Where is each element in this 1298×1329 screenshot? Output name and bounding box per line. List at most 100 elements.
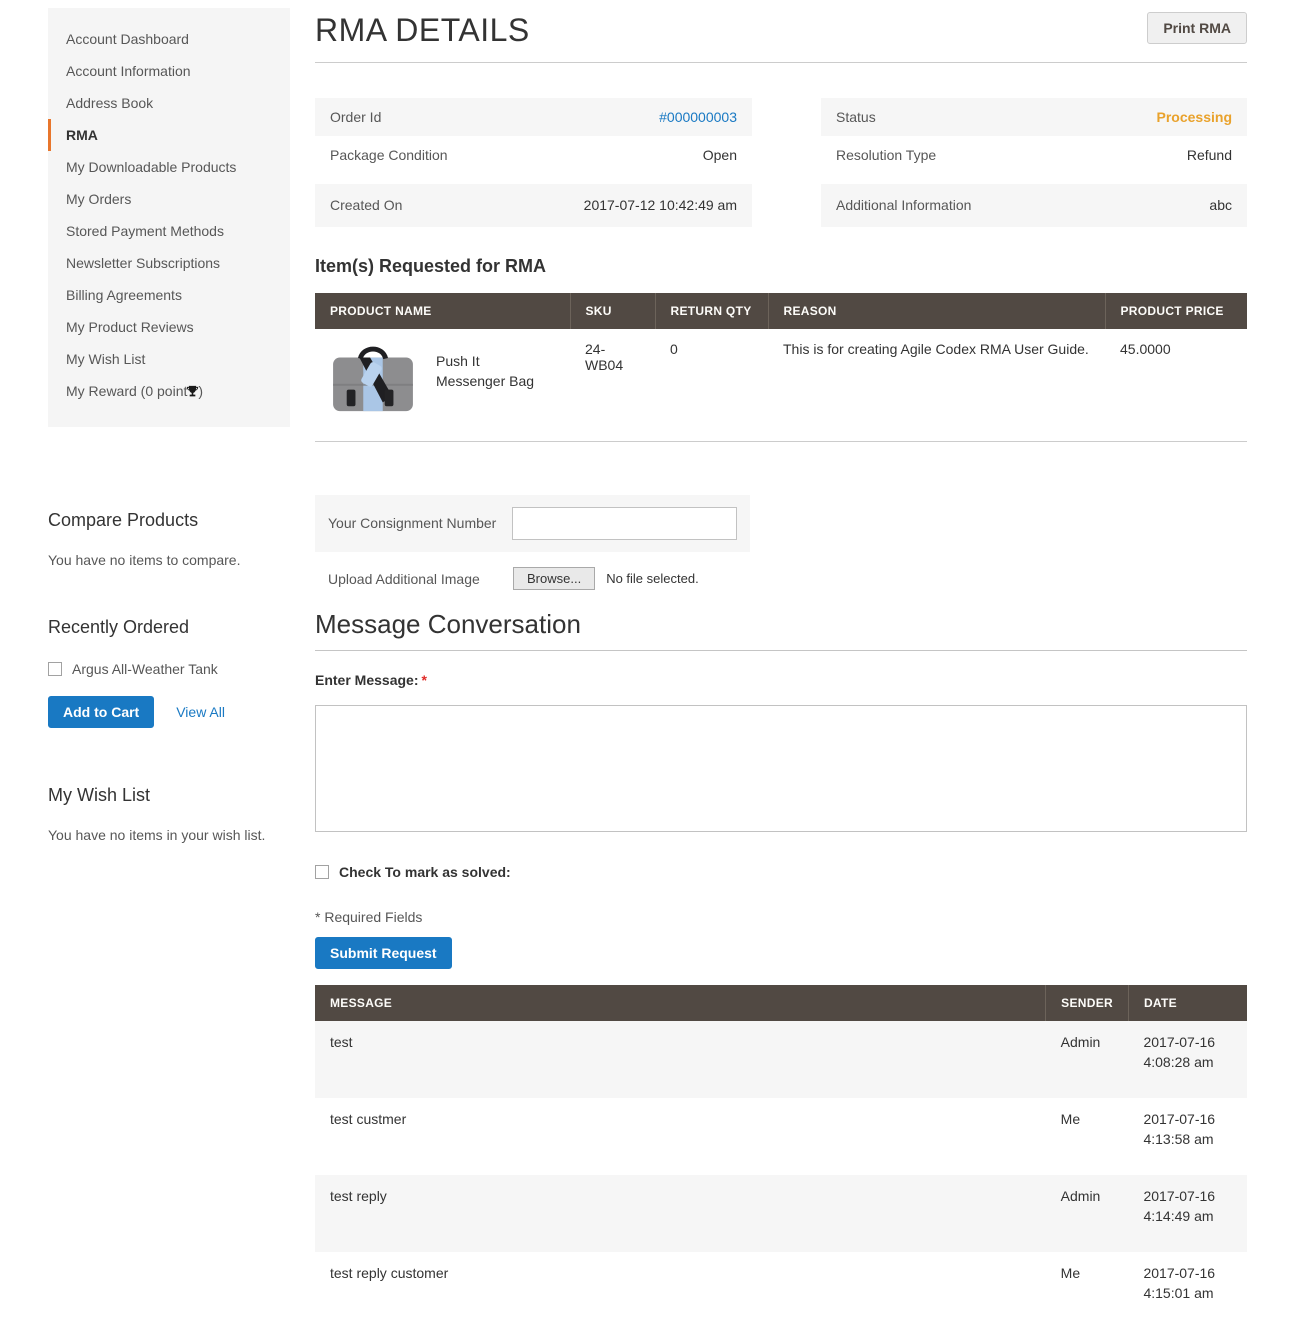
additional-info-label: Additional Information xyxy=(836,197,971,213)
additional-info-row: Additional Information abc xyxy=(821,184,1247,227)
sidebar-nav-label-suffix: ) xyxy=(198,383,203,399)
col-message: MESSAGE xyxy=(315,985,1046,1021)
sidebar-nav-label: RMA xyxy=(66,127,98,143)
sidebar-nav-item[interactable]: Address Book xyxy=(48,87,290,119)
sidebar-nav-label: My Downloadable Products xyxy=(66,159,236,175)
sidebar-nav-item[interactable]: My Reward (0 point) xyxy=(48,375,290,409)
upload-image-row: Upload Additional Image Browse... No fil… xyxy=(315,562,1247,596)
sidebar-nav-label: Stored Payment Methods xyxy=(66,223,224,239)
sidebar-nav-label: Account Dashboard xyxy=(66,31,189,47)
message-sender: Admin xyxy=(1046,1021,1129,1098)
message-row: test reply customer Me 2017-07-16 4:15:0… xyxy=(315,1252,1247,1329)
wishlist-title: My Wish List xyxy=(48,784,290,806)
account-page: Account Dashboard Account Information Ad… xyxy=(0,0,1298,1329)
enter-message-label: Enter Message:* xyxy=(315,672,1247,692)
view-all-link[interactable]: View All xyxy=(176,704,225,720)
messages-table-header-row: MESSAGE SENDER DATE xyxy=(315,985,1247,1021)
upload-image-label: Upload Additional Image xyxy=(328,571,513,587)
created-on-label: Created On xyxy=(330,197,402,213)
sidebar-nav-item[interactable]: My Wish List xyxy=(48,343,290,375)
item-reason: This is for creating Agile Codex RMA Use… xyxy=(768,329,1105,441)
additional-info-value: abc xyxy=(1209,197,1232,213)
mark-solved-checkbox[interactable] xyxy=(315,865,329,879)
recently-ordered-block: Recently Ordered Argus All-Weather Tank … xyxy=(48,616,290,728)
col-product-price: PRODUCT PRICE xyxy=(1105,293,1247,329)
message-text: test custmer xyxy=(315,1098,1046,1175)
print-rma-button[interactable]: Print RMA xyxy=(1147,12,1247,44)
sidebar-nav-item[interactable]: My Downloadable Products xyxy=(48,151,290,183)
page-title: RMA DETAILS xyxy=(315,12,530,49)
status-badge: Processing xyxy=(1157,109,1232,125)
sidebar-nav-label: My Wish List xyxy=(66,351,145,367)
sidebar: Account Dashboard Account Information Ad… xyxy=(48,8,290,843)
message-date: 2017-07-16 4:14:49 am xyxy=(1128,1175,1247,1252)
wishlist-block: My Wish List You have no items in your w… xyxy=(48,784,290,843)
sidebar-nav-item[interactable]: RMA xyxy=(48,119,290,151)
message-date: 2017-07-16 4:08:28 am xyxy=(1128,1021,1247,1098)
message-row: test custmer Me 2017-07-16 4:13:58 am xyxy=(315,1098,1247,1175)
message-row: test Admin 2017-07-16 4:08:28 am xyxy=(315,1021,1247,1098)
item-sku: 24-WB04 xyxy=(570,329,655,441)
col-sender: SENDER xyxy=(1046,985,1129,1021)
resolution-type-label: Resolution Type xyxy=(836,147,936,163)
rma-items-table: PRODUCT NAME SKU RETURN QTY REASON PRODU… xyxy=(315,293,1247,442)
sidebar-nav-item[interactable]: My Product Reviews xyxy=(48,311,290,343)
main-content: RMA DETAILS Print RMA Order Id #00000000… xyxy=(315,8,1247,1329)
message-sender: Me xyxy=(1046,1252,1129,1329)
consignment-number-input[interactable] xyxy=(512,507,737,540)
compare-products-block: Compare Products You have no items to co… xyxy=(48,509,290,568)
recently-ordered-item-label[interactable]: Argus All-Weather Tank xyxy=(72,661,218,677)
sidebar-nav-item[interactable]: Account Information xyxy=(48,55,290,87)
compare-products-title: Compare Products xyxy=(48,509,290,531)
product-image xyxy=(330,341,416,415)
message-row: test reply Admin 2017-07-16 4:14:49 am xyxy=(315,1175,1247,1252)
sidebar-nav-label: Billing Agreements xyxy=(66,287,182,303)
message-date: 2017-07-16 4:13:58 am xyxy=(1128,1098,1247,1175)
compare-products-empty-text: You have no items to compare. xyxy=(48,552,290,568)
messages-table: MESSAGE SENDER DATE test Admin 2017-07-1… xyxy=(315,985,1247,1329)
col-return-qty: RETURN QTY xyxy=(655,293,768,329)
sidebar-nav-item[interactable]: My Orders xyxy=(48,183,290,215)
browse-button[interactable]: Browse... xyxy=(513,567,595,590)
mark-solved-row: Check To mark as solved: xyxy=(315,862,1247,882)
col-date: DATE xyxy=(1128,985,1247,1021)
message-text: test reply customer xyxy=(315,1252,1046,1329)
status-label: Status xyxy=(836,109,876,125)
item-return-qty: 0 xyxy=(655,329,768,441)
no-file-selected-text: No file selected. xyxy=(606,571,699,586)
enter-message-label-text: Enter Message: xyxy=(315,672,418,688)
sidebar-nav-item[interactable]: Billing Agreements xyxy=(48,279,290,311)
col-reason: REASON xyxy=(768,293,1105,329)
message-conversation-title: Message Conversation xyxy=(315,610,1247,651)
rma-details-grid: Order Id #000000003 Package Condition Op… xyxy=(315,98,1247,227)
product-name: Push It Messenger Bag xyxy=(416,341,546,415)
message-sender: Admin xyxy=(1046,1175,1129,1252)
sidebar-nav-item[interactable]: Stored Payment Methods xyxy=(48,215,290,247)
recently-ordered-actions: Add to Cart View All xyxy=(48,696,290,728)
created-on-row: Created On 2017-07-12 10:42:49 am xyxy=(315,184,752,227)
package-condition-row: Package Condition Open xyxy=(315,136,752,174)
add-to-cart-button[interactable]: Add to Cart xyxy=(48,696,154,728)
sidebar-nav-item[interactable]: Account Dashboard xyxy=(48,23,290,55)
status-row: Status Processing xyxy=(821,98,1247,136)
item-row: Push It Messenger Bag 24-WB04 0 This is … xyxy=(315,329,1247,441)
items-table-header-row: PRODUCT NAME SKU RETURN QTY REASON PRODU… xyxy=(315,293,1247,329)
item-price: 45.0000 xyxy=(1105,329,1247,441)
recently-ordered-checkbox[interactable] xyxy=(48,662,62,676)
consignment-label: Your Consignment Number xyxy=(328,514,512,533)
sidebar-nav-label: Account Information xyxy=(66,63,191,79)
order-id-label: Order Id xyxy=(330,109,381,125)
resolution-type-value: Refund xyxy=(1187,147,1232,163)
created-on-value: 2017-07-12 10:42:49 am xyxy=(584,197,737,213)
message-textarea[interactable] xyxy=(315,705,1247,832)
message-text: test reply xyxy=(315,1175,1046,1252)
submit-request-button[interactable]: Submit Request xyxy=(315,937,452,969)
sidebar-nav-label: My Orders xyxy=(66,191,131,207)
account-navigation: Account Dashboard Account Information Ad… xyxy=(48,8,290,427)
required-asterisk: * xyxy=(421,672,426,688)
sidebar-nav-item[interactable]: Newsletter Subscriptions xyxy=(48,247,290,279)
col-sku: SKU xyxy=(570,293,655,329)
rma-details-left-table: Order Id #000000003 Package Condition Op… xyxy=(315,98,752,227)
order-id-link[interactable]: #000000003 xyxy=(659,109,737,125)
resolution-type-row: Resolution Type Refund xyxy=(821,136,1247,174)
